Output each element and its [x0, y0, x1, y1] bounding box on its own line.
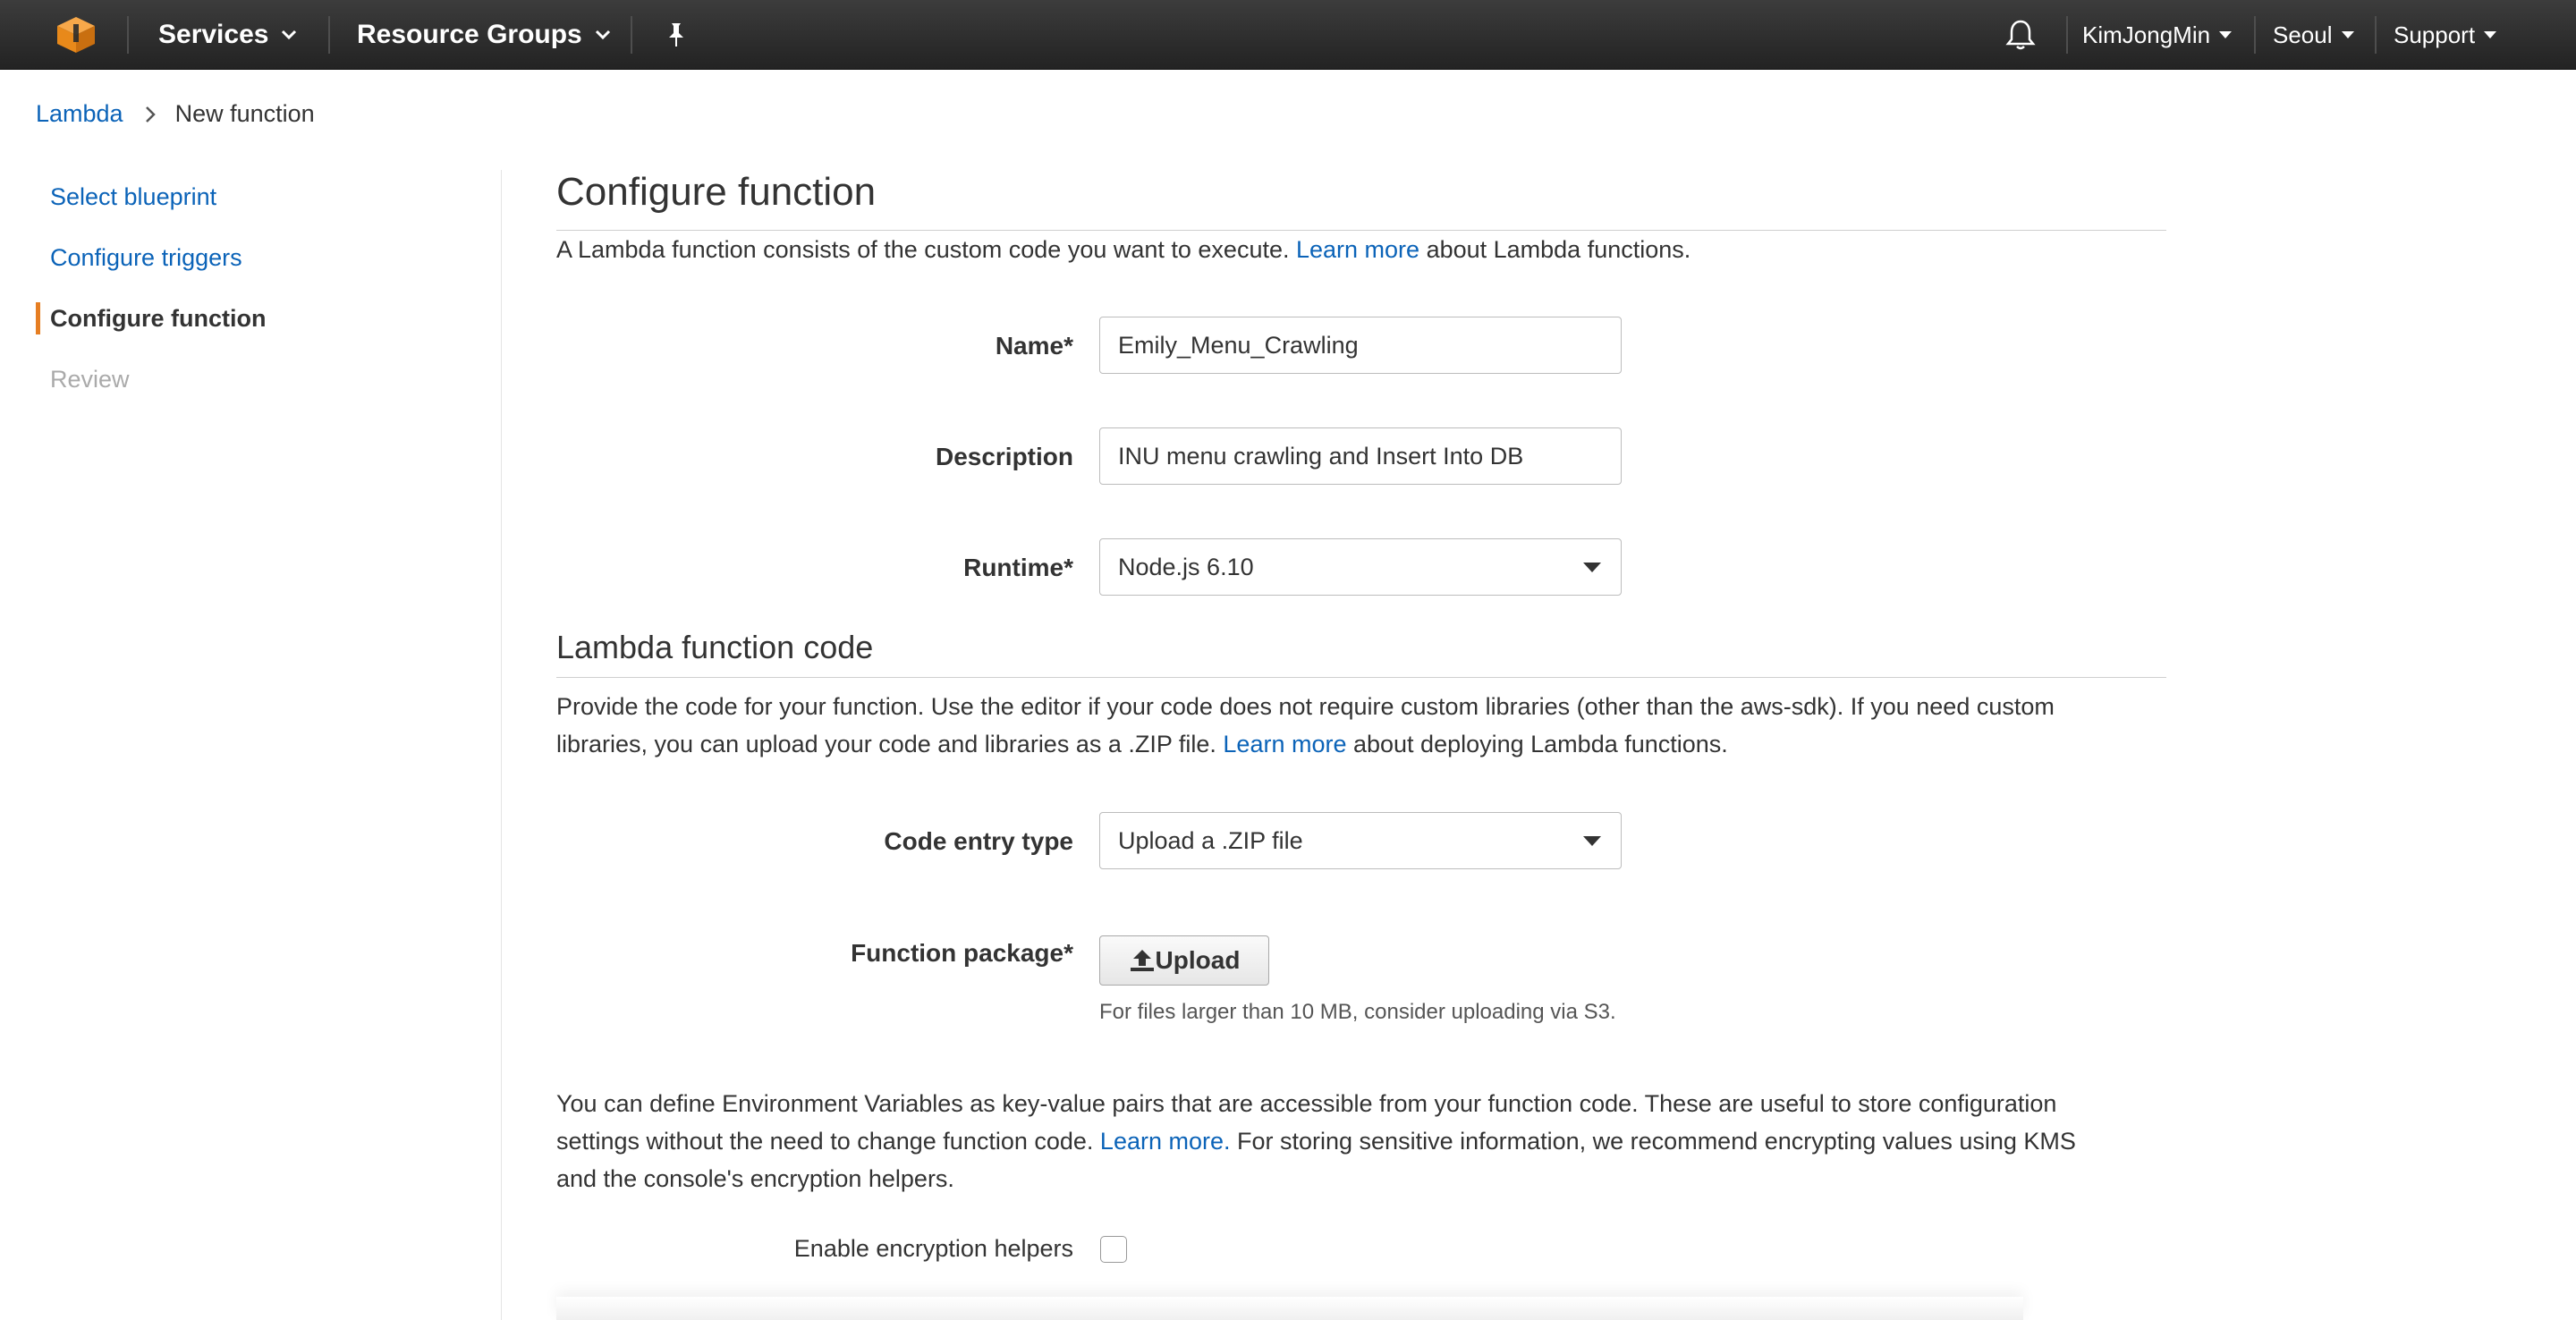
code-entry-type-value: Upload a .ZIP file [1118, 826, 1303, 854]
env-line1: You can define Environment Variables as … [556, 1090, 2057, 1117]
services-label: Services [158, 20, 269, 49]
runtime-label: Runtime* [963, 554, 1073, 581]
learn-more-env-link[interactable]: Learn more. [1100, 1128, 1231, 1155]
upload-hint: For files larger than 10 MB, consider up… [1099, 1000, 1616, 1024]
encryption-helpers-label: Enable encryption helpers [793, 1235, 1073, 1262]
learn-more-lambda-link[interactable]: Learn more [1296, 236, 1419, 263]
code-section-title: Lambda function code [556, 629, 874, 665]
breadcrumb-lambda-link[interactable]: Lambda [36, 100, 123, 128]
section-rule [556, 677, 2166, 678]
chevron-right-icon [145, 106, 156, 123]
name-input[interactable]: Emily_Menu_Crawling [1099, 317, 1622, 374]
top-navigation-bar: Services Resource Groups KimJongMin Seou… [0, 0, 2576, 70]
services-menu[interactable]: Services [158, 0, 297, 70]
chevron-down-icon [595, 30, 610, 40]
runtime-value: Node.js 6.10 [1118, 553, 1254, 580]
code-description-line2: libraries, you can upload your code and … [556, 725, 2166, 763]
panel-edge [556, 1297, 2023, 1320]
pin-icon[interactable] [664, 0, 689, 70]
region-label: Seoul [2273, 21, 2333, 48]
nav-separator [127, 16, 129, 54]
description-label: Description [935, 443, 1073, 470]
sidebar-divider [501, 170, 502, 1320]
code-description: Provide the code for your function. Use … [556, 688, 2166, 763]
caret-down-icon [2484, 30, 2497, 38]
intro-text: A Lambda function consists of the custom… [556, 236, 1296, 263]
code-entry-type-select[interactable]: Upload a .ZIP file [1099, 812, 1622, 869]
support-label: Support [2394, 21, 2476, 48]
code-description-end: about deploying Lambda functions. [1346, 731, 1728, 757]
nav-separator [2066, 16, 2068, 54]
name-label: Name* [995, 332, 1073, 360]
step-configure-function[interactable]: Configure function [36, 288, 483, 349]
aws-logo-icon[interactable] [55, 0, 97, 70]
step-select-blueprint[interactable]: Select blueprint [36, 166, 483, 227]
nav-separator [2375, 16, 2377, 54]
resource-groups-menu[interactable]: Resource Groups [357, 0, 611, 70]
chevron-down-icon [282, 30, 297, 40]
description-input[interactable]: INU menu crawling and Insert Into DB [1099, 427, 1622, 485]
nav-separator [2254, 16, 2256, 54]
breadcrumb: Lambda New function [36, 100, 315, 128]
nav-separator [328, 16, 330, 54]
env-description: You can define Environment Variables as … [556, 1085, 2166, 1197]
upload-button[interactable]: Upload [1099, 935, 1269, 986]
user-menu[interactable]: KimJongMin [2082, 0, 2233, 70]
env-line2: settings without the need to change func… [556, 1122, 2166, 1160]
caret-down-icon [2341, 30, 2354, 38]
breadcrumb-current: New function [174, 100, 315, 127]
upload-label: Upload [1155, 946, 1241, 974]
code-entry-type-label: Code entry type [884, 827, 1073, 855]
resource-groups-label: Resource Groups [357, 20, 582, 49]
nav-separator [631, 16, 632, 54]
caret-down-icon [1583, 836, 1601, 846]
upload-icon [1130, 950, 1154, 971]
wizard-steps: Select blueprint Configure triggers Conf… [36, 166, 483, 410]
region-menu[interactable]: Seoul [2273, 0, 2354, 70]
code-description-line1: Provide the code for your function. Use … [556, 693, 2055, 720]
intro-text-end: about Lambda functions. [1419, 236, 1691, 263]
step-configure-triggers[interactable]: Configure triggers [36, 227, 483, 288]
support-menu[interactable]: Support [2394, 0, 2497, 70]
encryption-helpers-checkbox[interactable] [1100, 1236, 1127, 1263]
function-package-label: Function package* [851, 939, 1073, 967]
bell-icon[interactable] [2005, 0, 2036, 70]
env-line2-text: settings without the need to change func… [556, 1128, 1100, 1155]
env-line2-end: For storing sensitive information, we re… [1230, 1128, 2076, 1155]
learn-more-deploy-link[interactable]: Learn more [1223, 731, 1346, 757]
user-name: KimJongMin [2082, 21, 2211, 48]
caret-down-icon [2219, 30, 2233, 38]
runtime-select[interactable]: Node.js 6.10 [1099, 538, 1622, 596]
code-description-text: libraries, you can upload your code and … [556, 731, 1224, 757]
step-review: Review [50, 365, 130, 393]
configure-intro: A Lambda function consists of the custom… [556, 231, 2166, 268]
caret-down-icon [1583, 563, 1601, 572]
page-title: Configure function [556, 170, 877, 214]
env-line3: and the console's encryption helpers. [556, 1165, 954, 1192]
